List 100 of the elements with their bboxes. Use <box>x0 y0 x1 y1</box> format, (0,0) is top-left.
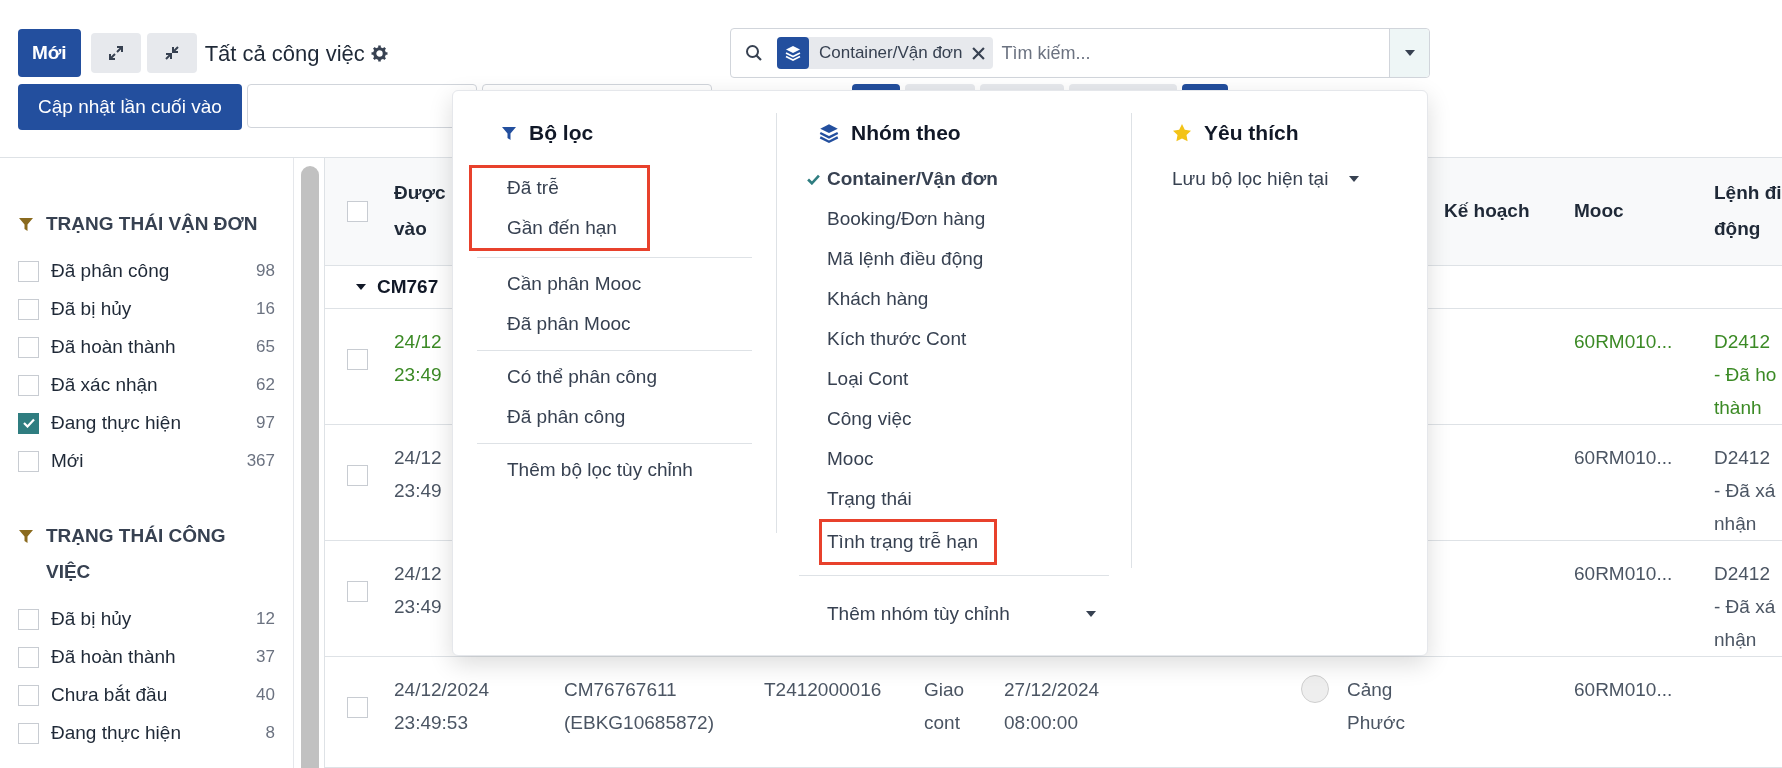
table-cell-text: 24/12 23:49 <box>394 445 442 503</box>
table-cell-text: D2412 - Đã xá nhận <box>1714 445 1776 536</box>
table-cell-text: Cảng Phước <box>1347 677 1405 735</box>
checkbox[interactable] <box>18 260 39 282</box>
checkbox[interactable] <box>18 374 39 396</box>
table-cell-text: 60RM010... <box>1574 445 1673 470</box>
group-row-label[interactable]: CM767 <box>377 272 439 302</box>
checkbox[interactable] <box>347 200 368 222</box>
collapse-icon <box>163 45 180 61</box>
layers-icon <box>819 123 839 143</box>
group-by-item[interactable]: Công việc <box>827 399 912 439</box>
filter-item[interactable]: Có thể phân công <box>507 357 657 397</box>
checkbox[interactable] <box>18 412 39 434</box>
checkbox[interactable] <box>347 464 368 486</box>
search-icon <box>745 44 763 62</box>
funnel-icon <box>18 528 34 544</box>
group-by-item[interactable]: Container/Vận đơn <box>827 159 998 199</box>
filter-option[interactable]: Đang thực hiện <box>51 718 254 748</box>
section-heading: TRẠNG THÁI VẬN ĐƠN <box>46 212 258 236</box>
group-by-item[interactable]: Khách hàng <box>827 279 929 319</box>
group-by-item[interactable]: Mooc <box>827 439 874 479</box>
facet-label: Container/Vận đơn <box>819 42 963 65</box>
checkbox[interactable] <box>18 336 39 358</box>
filter-item[interactable]: Cần phân Mooc <box>507 264 642 304</box>
group-by-item[interactable]: Trạng thái <box>827 479 912 519</box>
option-count: 37 <box>256 646 275 669</box>
table-cell-text: 60RM010... <box>1574 329 1673 354</box>
option-count: 40 <box>256 684 275 707</box>
expand-button[interactable] <box>90 33 141 73</box>
table-cell-text: 60RM010... <box>1574 677 1673 702</box>
caret-icon <box>1403 49 1416 57</box>
caret-icon[interactable] <box>355 282 367 291</box>
caret-icon <box>1085 610 1097 618</box>
add-custom-group[interactable]: Thêm nhóm tùy chỉnh <box>827 594 1010 634</box>
option-count: 62 <box>256 374 275 397</box>
check-icon <box>22 418 35 428</box>
checkbox[interactable] <box>18 298 39 320</box>
column-header: Được vào <box>394 181 446 242</box>
filter-item[interactable]: Thêm bộ lọc tùy chỉnh <box>507 450 693 490</box>
scrollbar[interactable] <box>301 166 319 768</box>
column-header: Lệnh đi động <box>1714 181 1782 242</box>
filter-option[interactable]: Đang thực hiện <box>51 408 245 438</box>
caret-icon <box>1348 175 1361 183</box>
option-count: 12 <box>256 608 275 631</box>
group-by-item[interactable]: Kích thước Cont <box>827 319 967 359</box>
table-cell-text: Giao cont <box>924 677 965 735</box>
filter-option[interactable]: Đã xác nhận <box>51 370 245 400</box>
filter-option[interactable]: Đã bị hủy <box>51 604 245 634</box>
table-cell-text: D2412 - Đã xá nhận <box>1714 561 1776 652</box>
search-bar[interactable]: Container/Vận đơn Tìm kiếm... <box>730 28 1430 78</box>
option-count: 16 <box>256 298 275 321</box>
funnel-icon <box>18 216 34 232</box>
option-count: 65 <box>256 336 275 359</box>
close-icon[interactable] <box>972 46 986 60</box>
group-by-item[interactable]: Loại Cont <box>827 359 909 399</box>
new-button[interactable]: Mới <box>18 29 81 77</box>
star-icon <box>1172 123 1192 143</box>
option-count: 367 <box>246 450 275 473</box>
checkbox[interactable] <box>18 646 39 668</box>
filter-item[interactable]: Đã phân công <box>507 397 657 437</box>
table-cell-text: D2412 - Đã ho thành <box>1714 329 1777 420</box>
filter-item[interactable]: Đã trễ <box>507 168 617 208</box>
settings-icon[interactable] <box>370 44 388 62</box>
checkbox[interactable] <box>347 580 368 602</box>
option-count: 98 <box>256 260 275 283</box>
table-cell-text: 24/12 23:49 <box>394 329 442 387</box>
filter-option[interactable]: Đã hoàn thành <box>51 642 245 672</box>
expand-icon <box>107 45 124 61</box>
filter-item[interactable]: Đã phân Mooc <box>507 304 642 344</box>
option-count: 8 <box>265 722 275 745</box>
filter-option[interactable]: Mới <box>51 446 235 476</box>
table-cell-text: 60RM010... <box>1574 561 1673 586</box>
page-title: Tất cả công việc <box>204 39 365 68</box>
checkbox[interactable] <box>18 450 39 472</box>
table-cell-text: 27/12/2024 08:00:00 <box>1004 677 1100 735</box>
filter-item[interactable]: Gần đến hạn <box>507 208 617 248</box>
search-field[interactable]: Tìm kiếm... <box>1001 39 1389 67</box>
checkbox[interactable] <box>18 608 39 630</box>
checkbox[interactable] <box>18 684 39 706</box>
layers-icon <box>785 45 801 61</box>
section-heading: TRẠNG THÁI CÔNG VIỆC <box>46 524 227 584</box>
filter-option[interactable]: Đã bị hủy <box>51 294 245 324</box>
table-cell-text: T2412000016 <box>764 677 882 702</box>
option-count: 97 <box>256 412 275 435</box>
checkbox[interactable] <box>18 722 39 744</box>
filter-option[interactable]: Đã phân công <box>51 256 245 286</box>
column-header: Mooc <box>1574 199 1624 224</box>
group-by-item[interactable]: Booking/Đơn hàng <box>827 199 986 239</box>
search-options-button[interactable] <box>1389 29 1429 77</box>
update-button[interactable]: Cập nhật lần cuối vào <box>18 84 242 130</box>
table-cell-text: 24/12 23:49 <box>394 561 442 619</box>
group-by-item[interactable]: Mã lệnh điều động <box>827 239 984 279</box>
panel-heading: Nhóm theo <box>851 120 961 147</box>
checkbox[interactable] <box>347 696 368 718</box>
save-current-filter[interactable]: Lưu bộ lọc hiện tại <box>1172 159 1329 199</box>
filter-option[interactable]: Chưa bắt đầu <box>51 680 245 710</box>
collapse-button[interactable] <box>146 33 197 73</box>
funnel-icon <box>501 125 517 141</box>
filter-option[interactable]: Đã hoàn thành <box>51 332 245 362</box>
checkbox[interactable] <box>347 348 368 370</box>
